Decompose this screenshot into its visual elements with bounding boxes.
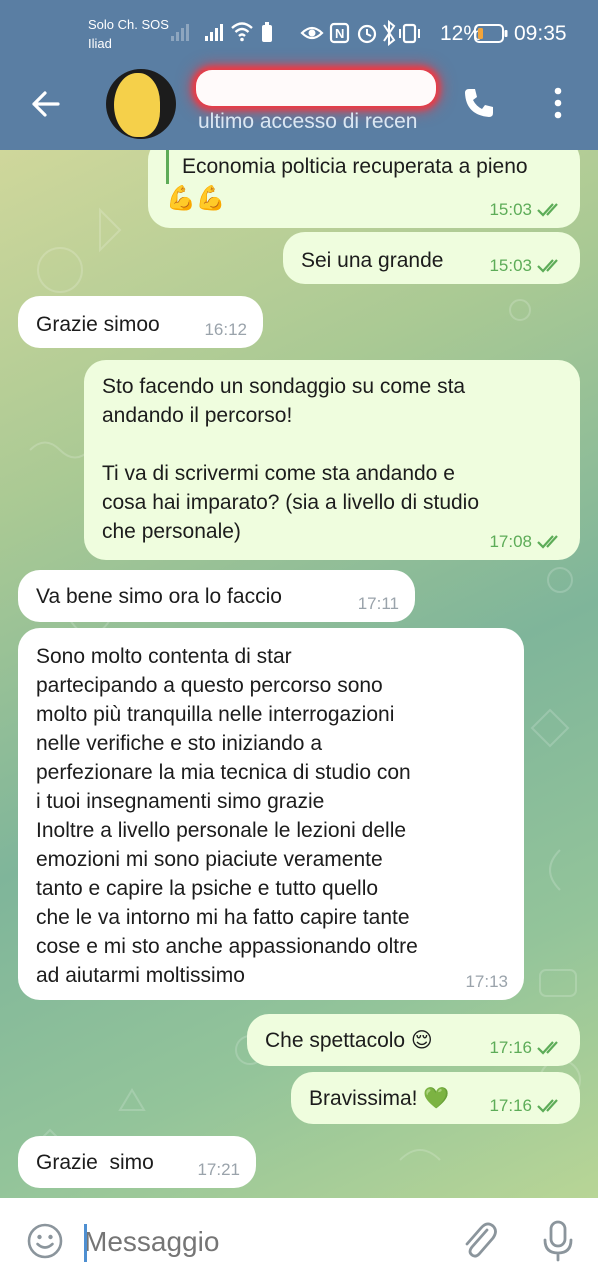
emoji-icon[interactable] (26, 1222, 64, 1260)
message-time: 15:03 (489, 200, 564, 220)
double-check-icon (537, 1041, 558, 1055)
message-text: Sono molto contenta di star partecipando… (36, 645, 418, 987)
double-check-icon (537, 1099, 558, 1113)
message-time: 17:16 (489, 1038, 564, 1058)
text-cursor (84, 1224, 87, 1262)
message-text: Va bene simo ora lo faccio (36, 585, 282, 608)
message-bubble-incoming[interactable]: Va bene simo ora lo faccio 17:11 (18, 570, 415, 622)
message-input[interactable] (84, 1226, 384, 1258)
more-vertical-icon[interactable] (548, 84, 568, 122)
back-arrow-icon[interactable] (28, 86, 64, 122)
message-bubble-incoming[interactable]: Sono molto contenta di star partecipando… (18, 628, 524, 1000)
reply-quote-bar (166, 150, 169, 184)
attach-icon[interactable] (460, 1220, 498, 1262)
quoted-message-text: Economia polticia recuperata a pieno (182, 155, 528, 178)
battery-icon (474, 24, 508, 43)
message-bubble-outgoing[interactable]: Bravissima! 💚 17:16 (291, 1072, 580, 1124)
message-text: Grazie simoo (36, 313, 160, 336)
message-bubble-incoming[interactable]: Grazie simo 17:21 (18, 1136, 256, 1188)
message-time: 17:16 (489, 1096, 564, 1116)
message-bubble-outgoing[interactable]: Sto facendo un sondaggio su come sta and… (84, 360, 580, 560)
double-check-icon (537, 535, 558, 549)
microphone-icon[interactable] (540, 1220, 576, 1262)
message-time: 16:12 (204, 320, 247, 339)
svg-text:N: N (335, 26, 344, 41)
message-time: 17:13 (465, 972, 508, 991)
message-bubble-outgoing[interactable]: Che spettacolo 😌 17:16 (247, 1014, 580, 1066)
carrier-2: Iliad (88, 36, 112, 51)
carrier-1: Solo Ch. SOS (88, 17, 169, 32)
message-text: Che spettacolo 😌 (265, 1029, 433, 1052)
message-time: 15:03 (489, 256, 564, 276)
chat-header: Solo Ch. SOS Iliad N 12% 09:35 ultimo ac… (0, 0, 598, 150)
avatar[interactable] (106, 69, 176, 139)
message-text: Grazie simo (36, 1151, 154, 1174)
double-check-icon (537, 203, 558, 217)
message-bubble-outgoing[interactable]: Sei una grande 15:03 (283, 232, 580, 284)
signal-1-icon (171, 24, 189, 41)
message-bubble-outgoing[interactable]: Economia polticia recuperata a pieno 💪💪 … (148, 150, 580, 228)
message-time: 17:21 (197, 1160, 240, 1179)
chat-area[interactable]: Economia polticia recuperata a pieno 💪💪 … (0, 150, 598, 1198)
double-check-icon (537, 259, 558, 273)
message-bubble-incoming[interactable]: Grazie simoo 16:12 (18, 296, 263, 348)
wifi-icon (231, 22, 253, 42)
last-seen-status: ultimo accesso di recen (198, 110, 418, 133)
contact-name[interactable] (196, 70, 436, 106)
status-icons: N (300, 20, 420, 46)
message-text: Sto facendo un sondaggio su come sta and… (102, 375, 480, 543)
signal-2-icon (205, 24, 223, 41)
sim-battery-icon (262, 22, 272, 42)
clock: 09:35 (514, 22, 567, 45)
message-time: 17:08 (489, 532, 564, 552)
message-time: 17:11 (357, 594, 399, 613)
phone-icon[interactable] (462, 86, 496, 120)
status-bar: Solo Ch. SOS Iliad N 12% 09:35 (0, 0, 598, 60)
message-text: Sei una grande (301, 249, 444, 272)
emoji-text: 💪💪 (166, 185, 226, 212)
message-text: Bravissima! 💚 (309, 1087, 450, 1110)
